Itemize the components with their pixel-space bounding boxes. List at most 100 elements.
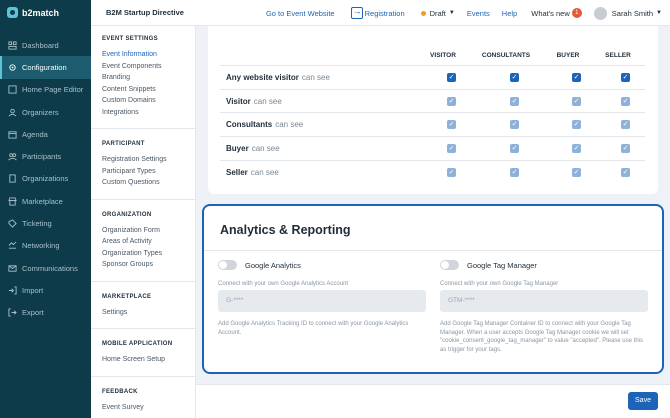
help-link[interactable]: Help xyxy=(502,9,517,18)
checkbox-buyer[interactable]: ✓ xyxy=(572,119,581,129)
avatar xyxy=(593,6,607,20)
google-tag-manager-id-input[interactable]: GTM-**** xyxy=(440,290,648,312)
section-title: Analytics & Reporting xyxy=(220,223,351,237)
nav-item-ticketing[interactable]: Ticketing xyxy=(0,212,91,234)
settings-link-participant-types[interactable]: Participant Types xyxy=(102,166,195,178)
top-bar: b2match B2M Startup Directive Go to Even… xyxy=(0,0,670,26)
checkbox-buyer[interactable]: ✓ xyxy=(572,143,581,153)
checkbox-consultants[interactable]: ✓ xyxy=(510,119,519,129)
nav-item-agenda[interactable]: Agenda xyxy=(0,123,91,145)
nav-item-dashboard[interactable]: Dashboard xyxy=(0,34,91,56)
go-to-event-link[interactable]: Go to Event Website xyxy=(266,9,335,18)
permission-row-any-visitor: Any website visitor can see ✓ ✓ ✓ ✓ xyxy=(220,65,645,89)
main-content: VISITOR CONSULTANTS BUYER SELLER Any web… xyxy=(196,26,670,418)
google-tag-manager-field-label: Connect with your own Google Tag Manager xyxy=(440,281,559,287)
chevron-down-icon: ▼ xyxy=(448,10,455,16)
nav-label: Configuration xyxy=(22,62,67,72)
nav-item-home-page-editor[interactable]: Home Page Editor xyxy=(0,79,91,101)
checkbox-seller[interactable]: ✓ xyxy=(621,143,630,153)
settings-link-marketplace-settings[interactable]: Settings xyxy=(102,307,195,319)
google-analytics-id-input[interactable]: G-**** xyxy=(218,290,426,312)
settings-link-branding[interactable]: Branding xyxy=(102,72,195,84)
settings-link-custom-questions[interactable]: Custom Questions xyxy=(102,177,195,189)
brand-logo[interactable]: b2match xyxy=(0,0,91,26)
registration-icon xyxy=(350,6,363,19)
user-menu[interactable]: Sarah Smith ▼ xyxy=(593,6,662,20)
google-analytics-help: Add Google Analytics Tracking ID to conn… xyxy=(218,321,409,336)
networking-icon xyxy=(8,241,17,249)
nav-item-export[interactable]: Export xyxy=(0,302,91,324)
google-tag-manager-help: Add Google Tag Manager Container ID to c… xyxy=(440,321,643,353)
checkbox-seller[interactable]: ✓ xyxy=(621,96,630,106)
checkbox-visitor[interactable]: ✓ xyxy=(447,96,456,106)
nav-label: Participants xyxy=(22,152,62,162)
events-link[interactable]: Events xyxy=(467,9,490,18)
checkbox-consultants[interactable]: ✓ xyxy=(510,167,519,177)
nav-item-communications[interactable]: Communications xyxy=(0,257,91,279)
settings-link-organization-form[interactable]: Organization Form xyxy=(102,225,195,237)
permission-row-visitor: Visitor can see ✓ ✓ ✓ ✓ xyxy=(220,89,645,113)
checkbox-buyer[interactable]: ✓ xyxy=(572,72,581,82)
gear-icon xyxy=(9,64,16,71)
row-label-text: Visitor xyxy=(226,96,251,106)
status-dropdown[interactable]: Draft ▼ xyxy=(420,9,455,18)
settings-link-organization-types[interactable]: Organization Types xyxy=(102,248,195,260)
nav-label: Marketplace xyxy=(22,196,63,206)
row-label: Buyer can see xyxy=(226,144,280,153)
checkbox-buyer[interactable]: ✓ xyxy=(572,96,581,106)
nav-label: Organizers xyxy=(22,107,59,117)
nav-label: Agenda xyxy=(22,129,48,139)
settings-link-event-information[interactable]: Event Information xyxy=(102,49,195,61)
google-analytics-toggle[interactable] xyxy=(218,260,237,270)
settings-link-sponsor-groups[interactable]: Sponsor Groups xyxy=(102,259,195,271)
checkbox-seller[interactable]: ✓ xyxy=(621,167,630,177)
bottom-action-bar: Save xyxy=(196,384,670,418)
settings-link-registration-settings[interactable]: Registration Settings xyxy=(102,154,195,166)
divider xyxy=(204,250,662,251)
nav-item-marketplace[interactable]: Marketplace xyxy=(0,190,91,212)
row-suffix: can see xyxy=(253,96,282,106)
checkbox-consultants[interactable]: ✓ xyxy=(510,72,519,82)
row-label-text: Buyer xyxy=(226,143,249,153)
checkbox-buyer[interactable]: ✓ xyxy=(572,167,581,177)
nav-item-networking[interactable]: Networking xyxy=(0,235,91,257)
nav-item-organizations[interactable]: Organizations xyxy=(0,168,91,190)
visibility-permissions-card: VISITOR CONSULTANTS BUYER SELLER Any web… xyxy=(208,26,658,194)
nav-label: Networking xyxy=(22,241,60,251)
settings-link-home-screen-setup[interactable]: Home Screen Setup xyxy=(102,354,195,366)
dashboard-icon xyxy=(8,41,17,50)
whats-new-button[interactable]: What's new 1 xyxy=(531,8,582,18)
section-heading-organization: ORGANIZATION xyxy=(102,211,152,218)
checkbox-visitor[interactable]: ✓ xyxy=(447,143,456,153)
participants-icon xyxy=(8,153,17,161)
checkbox-consultants[interactable]: ✓ xyxy=(510,96,519,106)
settings-link-event-survey[interactable]: Event Survey xyxy=(102,402,195,414)
nav-item-organizers[interactable]: Organizers xyxy=(0,101,91,123)
nav-item-import[interactable]: Import xyxy=(0,279,91,301)
row-label: Consultants can see xyxy=(226,120,303,129)
divider xyxy=(91,198,196,200)
checkbox-seller[interactable]: ✓ xyxy=(621,72,630,82)
row-suffix: can see xyxy=(275,119,304,129)
settings-link-custom-domains[interactable]: Custom Domains xyxy=(102,95,195,107)
checkbox-visitor[interactable]: ✓ xyxy=(447,167,456,177)
settings-link-areas-of-activity[interactable]: Areas of Activity xyxy=(102,236,195,248)
checkbox-visitor[interactable]: ✓ xyxy=(447,119,456,129)
section-heading-event-settings: EVENT SETTINGS xyxy=(102,36,158,42)
nav-item-configuration[interactable]: Configuration xyxy=(0,56,91,79)
registration-link[interactable]: Registration xyxy=(347,6,405,19)
checkbox-consultants[interactable]: ✓ xyxy=(510,143,519,153)
google-tag-manager-toggle[interactable] xyxy=(440,260,459,270)
google-analytics-field-label: Connect with your own Google Analytics A… xyxy=(218,281,349,287)
divider xyxy=(91,375,196,377)
marketplace-icon xyxy=(8,197,17,206)
row-label: Seller can see xyxy=(226,168,279,177)
nav-item-participants[interactable]: Participants xyxy=(0,145,91,167)
checkbox-seller[interactable]: ✓ xyxy=(621,119,630,129)
settings-link-content-snippets[interactable]: Content Snippets xyxy=(102,84,195,96)
settings-link-event-components[interactable]: Event Components xyxy=(102,61,195,73)
left-navigation: Dashboard Configuration Home Page Editor… xyxy=(0,26,91,418)
checkbox-visitor[interactable]: ✓ xyxy=(447,72,456,82)
save-button[interactable]: Save xyxy=(628,392,658,410)
settings-link-integrations[interactable]: Integrations xyxy=(102,107,195,119)
